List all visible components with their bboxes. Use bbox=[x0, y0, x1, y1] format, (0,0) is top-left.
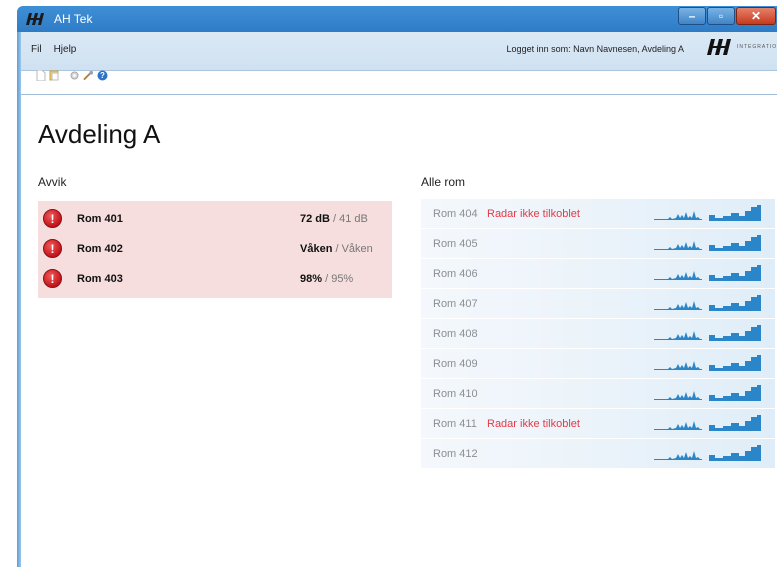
close-button[interactable]: ✕ bbox=[736, 7, 776, 25]
avvik-measured: 72 dB bbox=[300, 213, 330, 225]
help-icon[interactable]: ? bbox=[97, 70, 108, 81]
sound-sparkline-icon bbox=[654, 241, 702, 250]
brand-mark-icon bbox=[707, 39, 731, 55]
room-name: Rom 410 bbox=[433, 387, 478, 400]
maximize-button[interactable]: ▫ bbox=[707, 7, 735, 25]
brand-text: INTEGRATION SOLUTION bbox=[737, 44, 777, 50]
avvik-heading: Avvik bbox=[38, 175, 67, 189]
room-name: Rom 407 bbox=[433, 297, 478, 310]
desktop-left bbox=[0, 0, 17, 567]
activity-chart-icon bbox=[709, 205, 761, 221]
avvik-threshold: / 41 dB bbox=[329, 213, 368, 225]
menu-bar: Fil Hjelp Logget inn som: Navn Navnesen,… bbox=[21, 32, 777, 81]
activity-chart-icon bbox=[709, 415, 761, 431]
room-name: Rom 408 bbox=[433, 327, 478, 340]
avvik-room: Rom 401 bbox=[77, 213, 123, 225]
avvik-value: 72 dB / 41 dB bbox=[300, 213, 368, 225]
room-name: Rom 406 bbox=[433, 267, 478, 280]
avvik-row[interactable]: ! Rom 402 Våken / Våken bbox=[38, 234, 392, 264]
sound-sparkline-icon bbox=[654, 421, 702, 430]
menu-item-hjelp[interactable]: Hjelp bbox=[54, 44, 77, 55]
activity-chart-icon bbox=[709, 265, 761, 281]
room-row[interactable]: Rom 409 bbox=[421, 349, 775, 379]
activity-chart-icon bbox=[709, 385, 761, 401]
sound-sparkline-icon bbox=[654, 451, 702, 460]
room-alert: Radar ikke tilkoblet bbox=[487, 417, 580, 430]
new-document-icon[interactable] bbox=[35, 70, 46, 81]
avvik-room: Rom 403 bbox=[77, 273, 123, 285]
page-title: Avdeling A bbox=[38, 119, 161, 149]
tools-icon[interactable] bbox=[83, 70, 94, 81]
avvik-threshold: / Våken bbox=[332, 243, 373, 255]
room-name: Rom 409 bbox=[433, 357, 478, 370]
avvik-measured: 98% bbox=[300, 273, 323, 285]
activity-chart-icon bbox=[709, 445, 761, 461]
room-row[interactable]: Rom 405 bbox=[421, 229, 775, 259]
window-title: AH Tek bbox=[54, 12, 93, 26]
room-row[interactable]: Rom 407 bbox=[421, 289, 775, 319]
room-name: Rom 412 bbox=[433, 447, 478, 460]
sound-sparkline-icon bbox=[654, 211, 702, 220]
room-row[interactable]: Rom 404 Radar ikke tilkoblet bbox=[421, 199, 775, 229]
room-name: Rom 411 bbox=[433, 417, 477, 430]
sound-sparkline-icon bbox=[654, 391, 702, 400]
activity-chart-icon bbox=[709, 325, 761, 341]
warning-icon: ! bbox=[43, 209, 62, 228]
menu-item-fil[interactable]: Fil bbox=[31, 44, 42, 55]
title-bar[interactable]: AH Tek – ▫ ✕ bbox=[17, 6, 777, 32]
warning-icon: ! bbox=[43, 269, 62, 288]
room-row[interactable]: Rom 408 bbox=[421, 319, 775, 349]
window-controls: – ▫ ✕ bbox=[677, 7, 776, 25]
logged-in-label: Logget inn som: Navn Navnesen, Avdeling … bbox=[506, 44, 684, 54]
avvik-measured: Våken bbox=[300, 243, 333, 255]
room-row[interactable]: Rom 410 bbox=[421, 379, 775, 409]
sound-sparkline-icon bbox=[654, 271, 702, 280]
activity-chart-icon bbox=[709, 295, 761, 311]
sound-sparkline-icon bbox=[654, 361, 702, 370]
brand-logo: INTEGRATION SOLUTION bbox=[705, 39, 777, 55]
activity-chart-icon bbox=[709, 355, 761, 371]
warning-icon: ! bbox=[43, 239, 62, 258]
svg-text:?: ? bbox=[100, 71, 105, 80]
open-document-icon[interactable] bbox=[49, 70, 60, 81]
avvik-row[interactable]: ! Rom 401 72 dB / 41 dB bbox=[38, 204, 392, 234]
minimize-button[interactable]: – bbox=[678, 7, 706, 25]
room-row[interactable]: Rom 412 bbox=[421, 439, 775, 469]
avvik-list: ! Rom 401 72 dB / 41 dB ! Rom 402 Våken … bbox=[38, 201, 392, 298]
avvik-threshold: / 95% bbox=[322, 273, 354, 285]
avvik-value: 98% / 95% bbox=[300, 273, 353, 285]
room-row[interactable]: Rom 406 bbox=[421, 259, 775, 289]
avvik-row[interactable]: ! Rom 403 98% / 95% bbox=[38, 264, 392, 294]
app-window: AH Tek – ▫ ✕ Fil Hjelp Logget inn som: N… bbox=[17, 6, 777, 567]
menu: Fil Hjelp bbox=[31, 44, 76, 55]
sound-sparkline-icon bbox=[654, 301, 702, 310]
alle-rom-list: Rom 404 Radar ikke tilkoblet Rom 405 Rom 40… bbox=[421, 199, 775, 469]
room-name: Rom 404 bbox=[433, 207, 478, 220]
room-name: Rom 405 bbox=[433, 237, 478, 250]
alle-rom-heading: Alle rom bbox=[421, 175, 466, 189]
activity-chart-icon bbox=[709, 235, 761, 251]
settings-icon[interactable] bbox=[69, 70, 80, 81]
app-logo-icon bbox=[26, 13, 44, 25]
main-content: Avdeling A Avvik Alle rom ! Rom 401 72 d… bbox=[21, 94, 777, 567]
toolbar: ? bbox=[35, 70, 108, 81]
avvik-room: Rom 402 bbox=[77, 243, 123, 255]
sound-sparkline-icon bbox=[654, 331, 702, 340]
room-row[interactable]: Rom 411 Radar ikke tilkoblet bbox=[421, 409, 775, 439]
avvik-value: Våken / Våken bbox=[300, 243, 373, 255]
room-alert: Radar ikke tilkoblet bbox=[487, 207, 580, 220]
